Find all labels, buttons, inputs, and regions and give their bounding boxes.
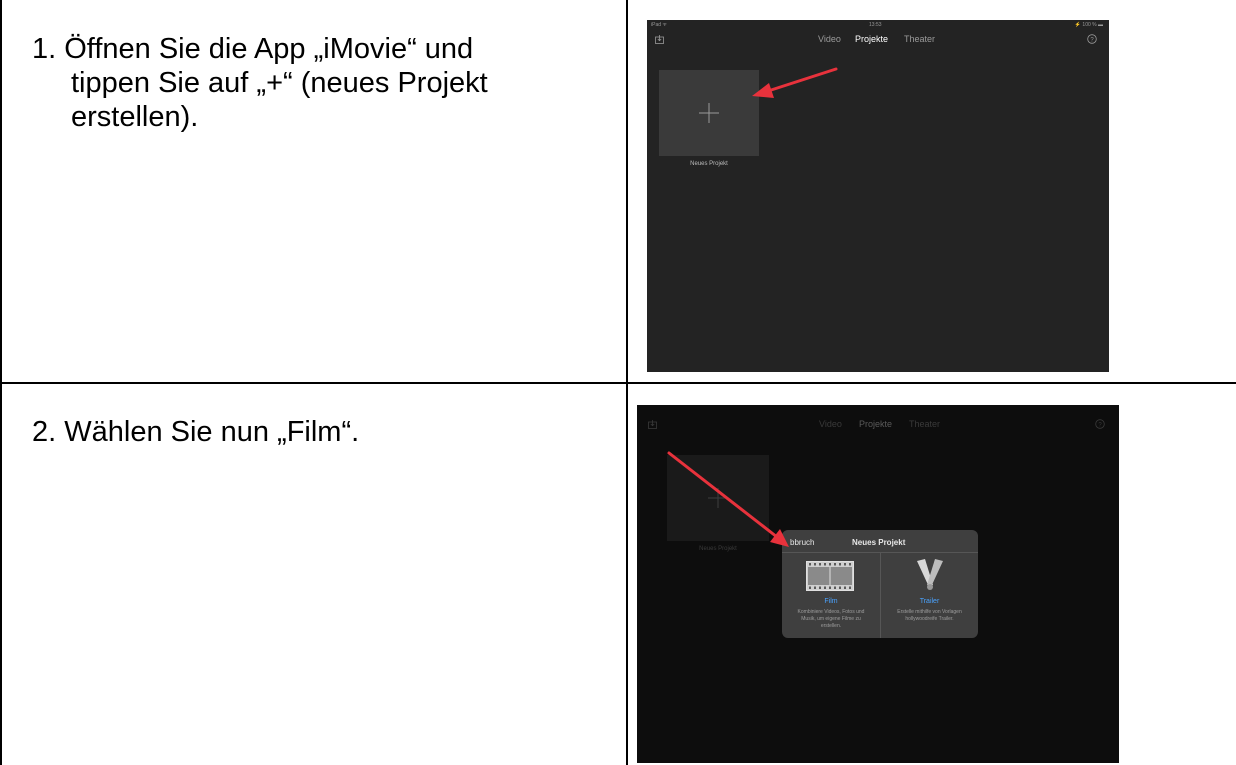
step-1-text: 1. Öffnen Sie die App „iMovie“ und tippe…	[32, 32, 488, 134]
step-2-screenshot: Video Projekte Theater ? Neues Projekt b…	[637, 405, 1119, 763]
red-arrow-icon	[667, 451, 789, 547]
step-2-text: 2. Wählen Sie nun „Film“.	[32, 415, 359, 449]
step-2-line-1: 2. Wählen Sie nun „Film“.	[32, 416, 360, 448]
table-divider-horizontal	[0, 382, 1236, 384]
instruction-table: 1. Öffnen Sie die App „iMovie“ und tippe…	[0, 0, 1236, 765]
step-1-screenshot: iPad ᯤ 13:53 ⚡ 100 % ▬ Video Projekte Th…	[647, 20, 1109, 372]
step-1-line-2: tippen Sie auf „+“ (neues Projekt	[71, 67, 488, 99]
red-arrow-icon	[752, 67, 838, 98]
step-1-line-3: erstellen).	[71, 101, 199, 133]
step-1-line-1: 1. Öffnen Sie die App „iMovie“ und	[32, 33, 474, 65]
